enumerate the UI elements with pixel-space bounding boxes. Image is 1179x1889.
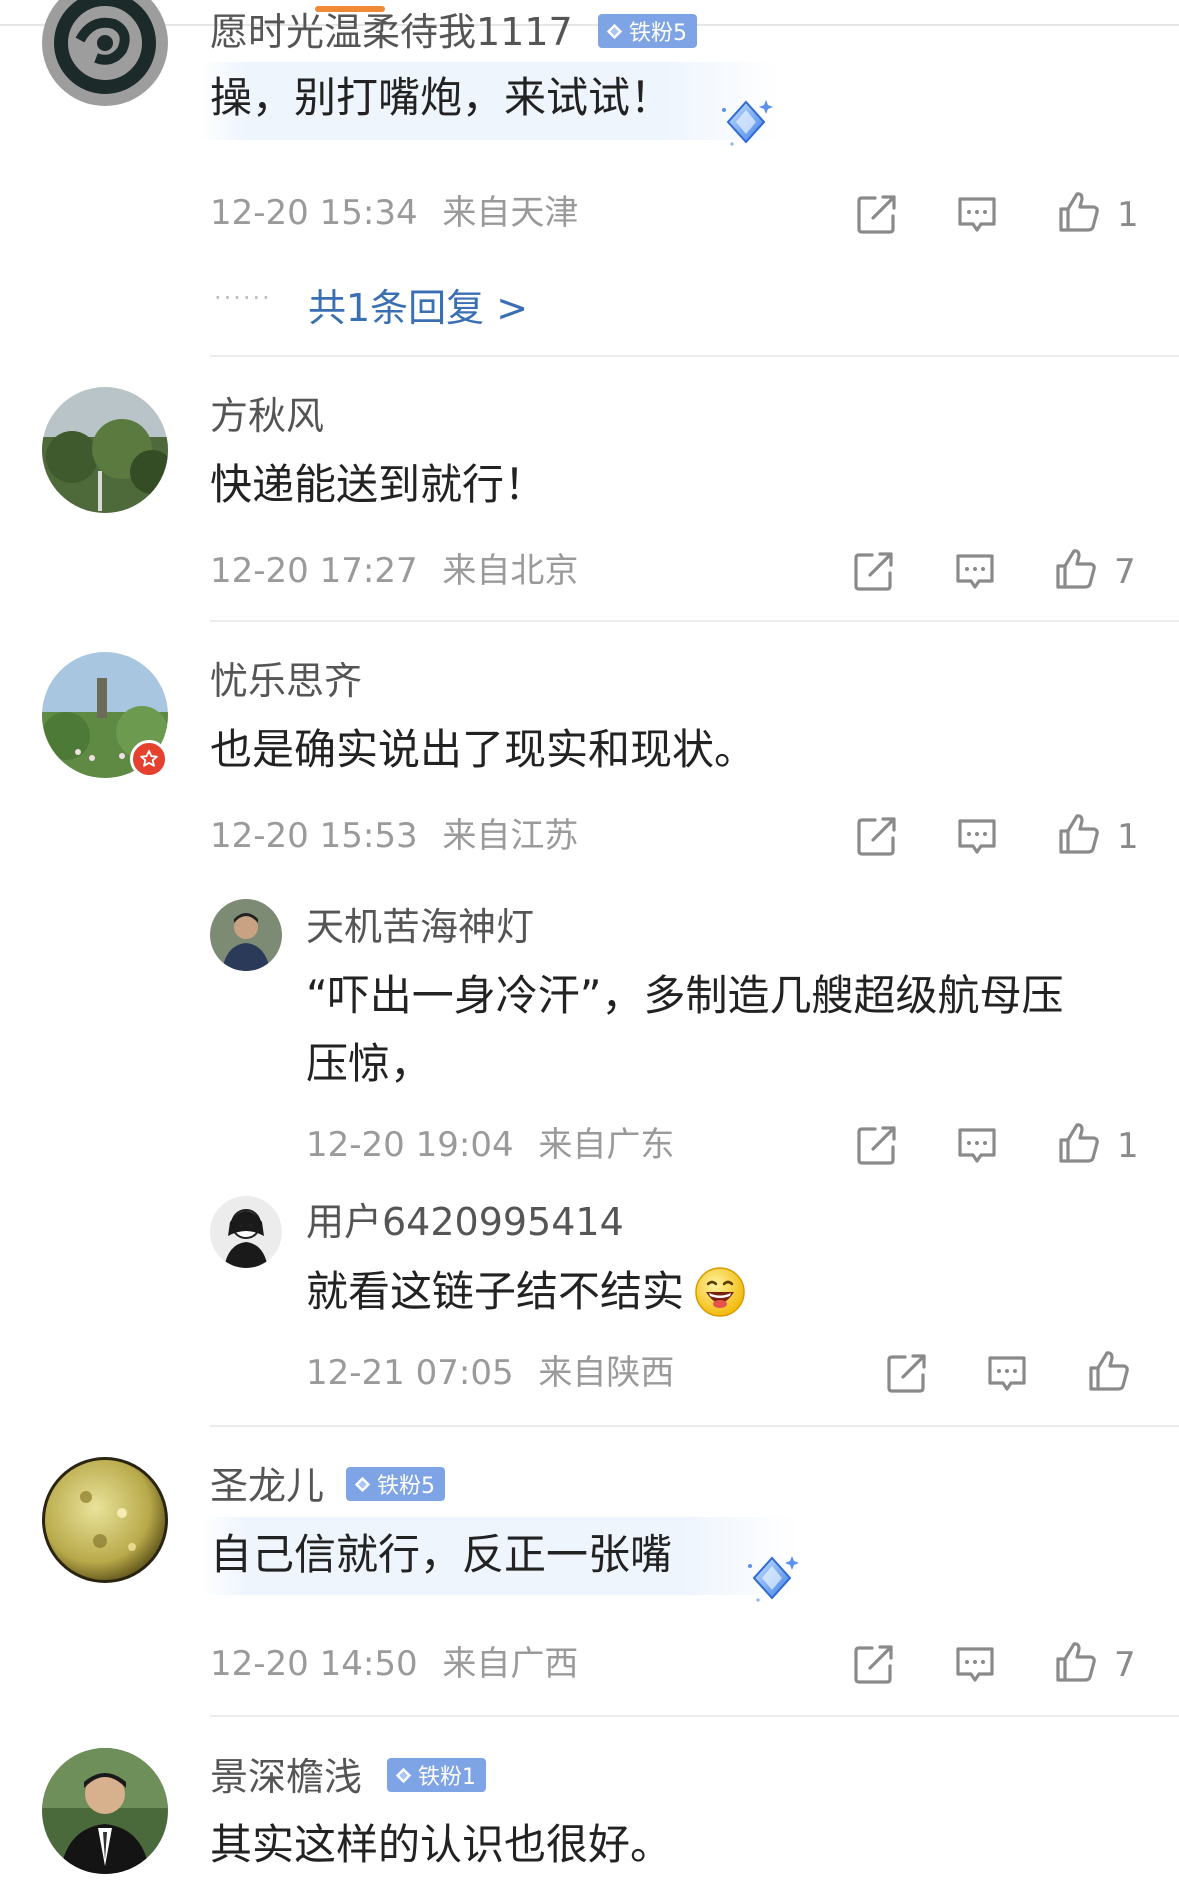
avatar[interactable] — [42, 0, 168, 106]
thumbs-up-icon[interactable] — [1085, 1347, 1133, 1395]
timestamp: 12-20 17:27 — [210, 551, 418, 591]
view-replies-link[interactable]: 共1条回复 > — [308, 277, 528, 332]
verified-badge-icon — [130, 740, 168, 778]
fan-badge: 铁粉1 — [387, 1758, 486, 1792]
thumbs-up-icon[interactable] — [1055, 188, 1103, 236]
comment-meta: 12-20 15:53 来自江苏 — [210, 819, 578, 853]
fan-badge: 铁粉5 — [346, 1467, 445, 1501]
location: 来自天津 — [442, 193, 579, 233]
username[interactable]: 忧乐思齐 — [210, 662, 362, 700]
timestamp: 12-20 19:04 — [306, 1125, 514, 1165]
thumbs-up-icon[interactable] — [1055, 1119, 1103, 1167]
username[interactable]: 方秋风 — [210, 397, 324, 435]
comment-text: 自己信就行，反正一张嘴 — [210, 1530, 673, 1579]
comment-icon[interactable] — [951, 1640, 999, 1688]
timestamp: 12-21 07:05 — [306, 1353, 514, 1393]
comment-text: 操，别打嘴炮，来试试！ — [210, 73, 673, 122]
comment-text: 其实这样的认识也很好。 — [210, 1820, 673, 1869]
share-icon[interactable] — [853, 190, 901, 238]
location: 来自广东 — [538, 1125, 675, 1165]
comment-divider — [210, 620, 1179, 622]
username[interactable]: 愿时光温柔待我1117 — [210, 13, 573, 51]
fan-badge: 铁粉5 — [598, 14, 697, 48]
share-icon[interactable] — [850, 1640, 898, 1688]
share-icon[interactable] — [883, 1349, 931, 1397]
like-count: 7 — [1114, 1645, 1136, 1685]
like-count: 7 — [1114, 552, 1136, 592]
comment-meta: 12-20 19:04 来自广东 — [306, 1128, 674, 1162]
timestamp: 12-20 14:50 — [210, 1644, 418, 1684]
location: 来自江苏 — [442, 816, 579, 856]
username[interactable]: 景深檐浅 — [210, 1758, 362, 1796]
fan-badge-label: 铁粉1 — [418, 1765, 476, 1790]
like-count: 1 — [1117, 1126, 1139, 1166]
like-count: 1 — [1117, 195, 1139, 235]
comment-meta: 12-20 14:50 来自广西 — [210, 1647, 578, 1681]
avatar[interactable] — [42, 1457, 168, 1583]
reply-text-line: 压惊， — [306, 1038, 433, 1088]
avatar[interactable] — [42, 1748, 168, 1874]
comment-icon[interactable] — [953, 1121, 1001, 1169]
reply-text-line: 就看这链子结不结实 — [306, 1267, 685, 1316]
location: 来自广西 — [442, 1644, 579, 1684]
avatar[interactable] — [42, 387, 168, 513]
comment-text: 快递能送到就行！ — [210, 460, 547, 509]
username[interactable]: 圣龙儿 — [210, 1467, 324, 1505]
location: 来自北京 — [442, 551, 579, 591]
comment-icon[interactable] — [951, 547, 999, 595]
comment-divider — [210, 1425, 1179, 1427]
comment-meta: 12-20 15:34 来自天津 — [210, 196, 578, 230]
comment-meta: 12-21 07:05 来自陕西 — [306, 1356, 674, 1390]
share-icon[interactable] — [850, 547, 898, 595]
comment-divider — [210, 1715, 1179, 1717]
diamond-icon — [354, 1476, 371, 1493]
diamond-sparkle-icon — [718, 94, 774, 150]
comment-icon[interactable] — [953, 190, 1001, 238]
share-icon[interactable] — [853, 812, 901, 860]
reply-text: “吓出一身冷汗”，多制造几艘超级航母压 压惊， — [306, 966, 1136, 1093]
avatar[interactable] — [210, 1196, 282, 1268]
comment-icon[interactable] — [983, 1349, 1031, 1397]
location: 来自陕西 — [538, 1353, 675, 1393]
reply-dots: ······ — [214, 284, 272, 312]
top-divider — [0, 24, 1179, 26]
comment-text: 也是确实说出了现实和现状。 — [210, 725, 757, 774]
diamond-icon — [606, 23, 623, 40]
like-count: 1 — [1117, 817, 1139, 857]
diamond-icon — [395, 1767, 412, 1784]
username[interactable]: 用户6420995414 — [306, 1203, 624, 1241]
timestamp: 12-20 15:53 — [210, 816, 418, 856]
username[interactable]: 天机苦海神灯 — [306, 908, 534, 946]
comment-meta: 12-20 17:27 来自北京 — [210, 554, 578, 588]
timestamp: 12-20 15:34 — [210, 193, 418, 233]
comment-icon[interactable] — [953, 812, 1001, 860]
fan-badge-label: 铁粉5 — [377, 1474, 435, 1499]
reply-text: 就看这链子结不结实 — [306, 1262, 746, 1322]
thumbs-up-icon[interactable] — [1055, 810, 1103, 858]
comment-divider — [210, 355, 1179, 357]
diamond-sparkle-icon — [744, 1550, 800, 1606]
fan-badge-label: 铁粉5 — [629, 21, 687, 46]
thumbs-up-icon[interactable] — [1052, 545, 1100, 593]
share-icon[interactable] — [853, 1121, 901, 1169]
laughing-emoji-icon — [695, 1267, 745, 1317]
reply-text-line: “吓出一身冷汗”，多制造几艘超级航母压 — [306, 971, 1064, 1020]
thumbs-up-icon[interactable] — [1052, 1638, 1100, 1686]
avatar[interactable] — [210, 899, 282, 971]
